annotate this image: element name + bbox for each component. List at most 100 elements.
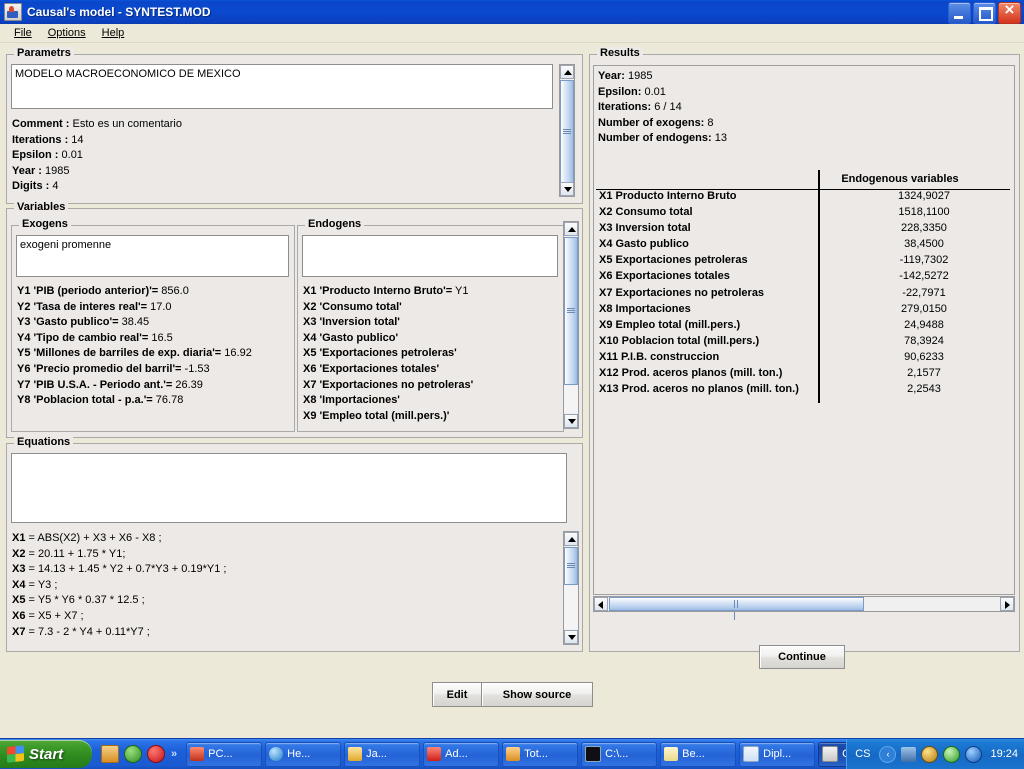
endogens-editor[interactable] [302, 235, 558, 277]
parametrs-legend: Parametrs [14, 47, 74, 59]
scroll-right-arrow-icon[interactable] [1000, 597, 1014, 611]
globe-icon[interactable] [921, 745, 939, 763]
table-row: X12 Prod. aceros planos (mill. ton.) 2,15… [596, 367, 1012, 383]
equation-4-name: X5 [12, 594, 26, 607]
folder-icon [348, 747, 363, 761]
antivirus-icon[interactable] [943, 745, 961, 763]
table-row: X13 Prod. aceros no planos (mill. ton.) 2… [596, 383, 1012, 399]
network-icon[interactable] [901, 746, 917, 762]
results-row-11-value: 2,1577 [907, 367, 941, 380]
exogens-editor-value: exogeni promenne [20, 239, 112, 251]
show-source-button[interactable]: Show source [482, 682, 593, 707]
tray-expand-icon[interactable]: ‹ [879, 745, 897, 763]
window-controls [948, 0, 1021, 24]
exogens-item-7-value: 76.78 [155, 394, 184, 407]
parametrs-vertical-scrollbar[interactable] [559, 64, 575, 197]
language-indicator[interactable]: CS [855, 748, 870, 760]
show-source-button-label: Show source [502, 688, 572, 701]
continue-button[interactable]: Continue [759, 645, 845, 669]
menu-item-help[interactable]: Help [94, 26, 133, 40]
results-exogens-count-value: 8 [707, 116, 714, 129]
equation-0-name: X1 [12, 532, 26, 544]
scrollbar-thumb[interactable] [609, 597, 864, 620]
variables-vertical-scrollbar[interactable] [563, 221, 579, 429]
results-row-9-value: 78,3924 [904, 334, 944, 347]
scroll-up-arrow-icon[interactable] [564, 222, 578, 236]
list-item: Y2 'Tasa de interes real'= 17.0 [17, 300, 289, 316]
parametrs-panel: Parametrs MODELO MACROECONOMICO DE MEXIC… [6, 47, 583, 204]
parametrs-epsilon-label: Epsilon : [12, 149, 59, 162]
results-endogens-count-label: Number of endogens: [598, 132, 712, 145]
maximize-button[interactable] [973, 2, 996, 24]
scrollbar-grip-icon [567, 307, 575, 315]
taskbar-item-ad[interactable]: Ad... [423, 741, 500, 767]
table-row: X7 Exportaciones no petroleras -22,7971 [596, 287, 1012, 303]
scrollbar-thumb[interactable] [564, 547, 578, 585]
results-row-7-name: X8 Importaciones [599, 302, 691, 315]
parametrs-digits-label: Digits : [12, 180, 50, 193]
taskbar-item-pc[interactable]: PC... [186, 741, 263, 767]
list-item: X5 = Y5 * Y6 * 0.37 * 12.5 ; [12, 593, 560, 609]
exogens-editor[interactable]: exogeni promenne [16, 235, 289, 277]
list-item: X6 'Exportaciones totales' [303, 362, 558, 378]
start-button[interactable]: Start [0, 740, 92, 768]
minimize-button[interactable] [948, 2, 971, 24]
opera-icon[interactable] [147, 745, 165, 763]
scrollbar-grip-icon [567, 562, 575, 570]
show-desktop-icon[interactable] [101, 745, 119, 763]
results-table-header-row: Endogenous variables [596, 170, 1012, 190]
quick-launch-overflow-icon[interactable]: » [171, 748, 177, 760]
edit-button[interactable]: Edit [432, 682, 482, 707]
exogens-item-6-name: Y7 'PIB U.S.A. - Periodo ant.'= [17, 378, 173, 391]
exogens-item-4-value: 16.92 [224, 347, 252, 360]
list-item: Number of exogens: 8 [598, 116, 1008, 132]
clock[interactable]: 19:24 [990, 748, 1018, 760]
table-row: X3 Inversion total 228,3350 [596, 222, 1012, 238]
taskbar-item-ja[interactable]: Ja... [344, 741, 421, 767]
exogens-item-6-value: 26.39 [175, 378, 203, 391]
parametrs-year-value: 1985 [45, 164, 70, 177]
windows-flag-icon [7, 745, 24, 763]
menu-item-file[interactable]: File [6, 26, 40, 40]
scroll-up-arrow-icon[interactable] [564, 532, 578, 546]
exogens-item-3-name: Y4 'Tipo de cambio real'= [17, 331, 149, 344]
total-commander-icon [506, 747, 521, 761]
scrollbar-grip-icon [563, 128, 571, 136]
scroll-up-arrow-icon[interactable] [560, 65, 574, 79]
footer-button-bar: Edit Show source [432, 682, 593, 707]
task-list: PC... He... Ja... Ad... Tot... C:\... Be… [181, 741, 895, 767]
scrollbar-thumb[interactable] [560, 80, 574, 183]
equations-vertical-scrollbar[interactable] [563, 531, 579, 645]
bluetooth-icon[interactable] [965, 745, 983, 763]
scroll-down-arrow-icon[interactable] [564, 414, 578, 428]
parametrs-editor[interactable]: MODELO MACROECONOMICO DE MEXICO [11, 64, 553, 109]
results-horizontal-scrollbar[interactable] [593, 596, 1015, 620]
equations-editor[interactable] [11, 453, 567, 523]
taskbar-item-he[interactable]: He... [265, 741, 342, 767]
list-item: Y6 'Precio promedio del barril'= -1.53 [17, 362, 289, 378]
scrollbar-thumb[interactable] [564, 237, 578, 385]
close-button[interactable] [998, 0, 1021, 24]
equation-3-value: = Y3 ; [28, 578, 58, 591]
java-coffee-cup-icon [822, 746, 839, 762]
taskbar-item-dipl[interactable]: Dipl... [739, 741, 816, 767]
equations-legend: Equations [14, 436, 74, 448]
scroll-down-arrow-icon[interactable] [564, 630, 578, 644]
taskbar-item-cmd[interactable]: C:\... [581, 741, 658, 767]
variables-legend: Variables [14, 201, 69, 213]
word-document-icon [743, 746, 760, 762]
results-row-2-name: X3 Inversion total [599, 222, 691, 235]
equations-list: X1 = ABS(X2) + X3 + X6 - X8 ; X2 = 20.11… [12, 531, 560, 645]
equation-2-value: = 14.13 + 1.45 * Y2 + 0.7*Y3 + 0.19*Y1 ; [28, 563, 227, 576]
taskbar-item-be[interactable]: Be... [660, 741, 737, 767]
scroll-down-arrow-icon[interactable] [560, 182, 574, 196]
scroll-left-arrow-icon[interactable] [594, 597, 608, 611]
menu-item-options[interactable]: Options [40, 26, 94, 40]
results-row-3-name: X4 Gasto publico [599, 238, 689, 251]
endogens-item-3-name: X4 'Gasto publico' [303, 331, 399, 344]
media-player-icon[interactable] [124, 745, 142, 763]
taskbar-item-label: Ad... [445, 748, 468, 760]
taskbar-item-label: Tot... [524, 748, 548, 760]
taskbar-item-tot[interactable]: Tot... [502, 741, 579, 767]
list-item: X3 = 14.13 + 1.45 * Y2 + 0.7*Y3 + 0.19*Y… [12, 562, 560, 578]
